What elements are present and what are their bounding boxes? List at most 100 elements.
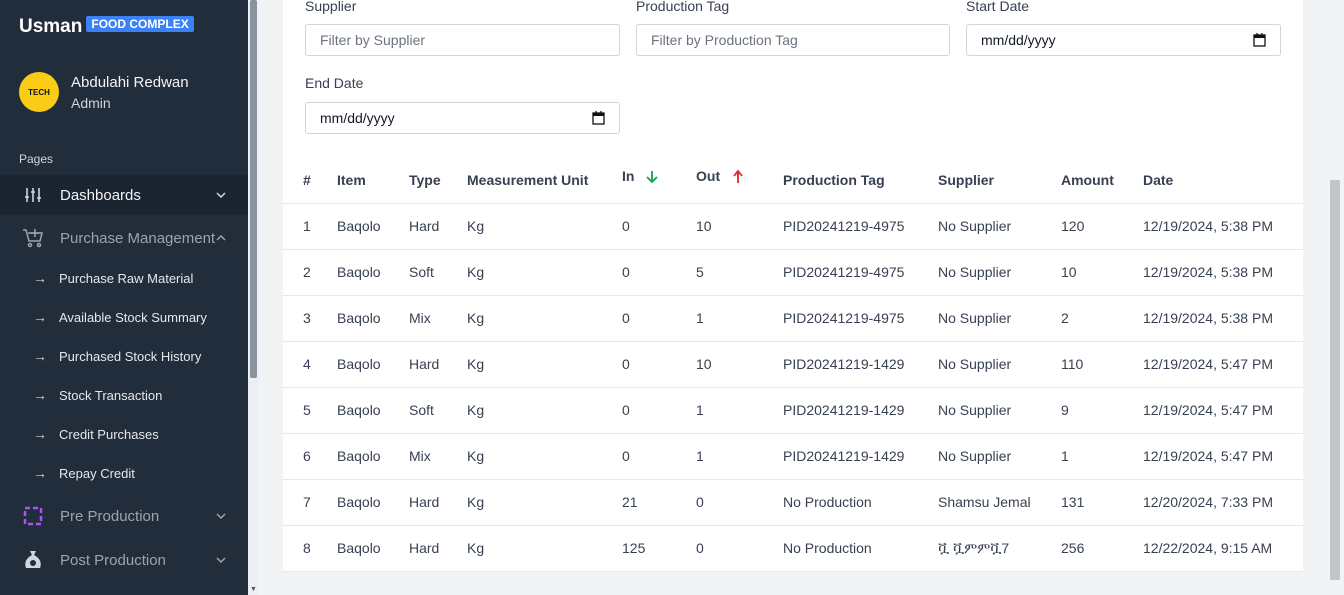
sidebar-item-post-production[interactable]: Post Production xyxy=(0,540,248,580)
table-row[interactable]: 2 Baqolo Soft Kg 0 5 PID20241219-4975 No Suppli… xyxy=(283,249,1303,296)
money-bag-icon xyxy=(22,549,44,571)
production-tag-filter-input[interactable]: Filter by Production Tag xyxy=(636,24,950,56)
cell-index: 1 xyxy=(283,203,337,250)
cell-item: Baqolo xyxy=(337,203,409,250)
cell-in: 0 xyxy=(622,341,696,388)
cell-measurement-unit: Kg xyxy=(467,525,622,572)
cell-in: 0 xyxy=(622,433,696,480)
calendar-icon[interactable] xyxy=(592,111,605,128)
cell-in: 0 xyxy=(622,387,696,434)
col-header-out-label: Out xyxy=(696,167,721,184)
sidebar-subitem-available-stock-summary[interactable]: → Available Stock Summary xyxy=(0,302,248,332)
brand-name: Usman xyxy=(19,16,83,37)
sidebar-item-purchase-management[interactable]: Purchase Management xyxy=(0,218,248,258)
cell-item: Baqolo xyxy=(337,249,409,296)
cell-index: 7 xyxy=(283,479,337,526)
cell-production-tag: PID20241219-1429 xyxy=(783,341,938,388)
sidebar-item-label: Pre Production xyxy=(60,507,160,525)
col-header-supplier: Supplier xyxy=(938,157,1061,204)
sidebar-subitem-repay-credit[interactable]: → Repay Credit xyxy=(0,458,248,488)
production-tag-filter-label: Production Tag xyxy=(636,0,730,14)
sidebar-subitem-label: Stock Transaction xyxy=(59,387,163,403)
cell-out: 5 xyxy=(696,249,783,296)
sidebar-subitem-label: Purchase Raw Material xyxy=(59,270,194,286)
arrow-up-icon[interactable] xyxy=(728,169,744,188)
cell-production-tag: PID20241219-4975 xyxy=(783,295,938,342)
cell-date: 12/19/2024, 5:38 PM xyxy=(1143,249,1303,296)
cell-in: 21 xyxy=(622,479,696,526)
cell-item: Baqolo xyxy=(337,479,409,526)
cell-index: 3 xyxy=(283,295,337,342)
brand[interactable]: Usman FOOD COMPLEX xyxy=(19,16,194,38)
col-header-item: Item xyxy=(337,157,409,204)
col-header-type: Type xyxy=(409,157,467,204)
main-scrollbar-thumb[interactable] xyxy=(1330,180,1340,580)
sidebar-subitem-purchased-stock-history[interactable]: → Purchased Stock History xyxy=(0,341,248,371)
cell-supplier: No Supplier xyxy=(938,433,1061,480)
chevron-down-icon xyxy=(216,555,226,566)
arrow-right-icon: → xyxy=(33,465,47,481)
sidebar-subitem-stock-transaction[interactable]: → Stock Transaction xyxy=(0,380,248,410)
user-name: Abdulahi Redwan xyxy=(71,73,189,91)
table-row[interactable]: 8 Baqolo Hard Kg 125 0 No Production ቯ ቯምምቯ7 256… xyxy=(283,525,1303,572)
end-date-label: End Date xyxy=(305,75,364,91)
sliders-icon xyxy=(22,184,44,206)
cell-in: 0 xyxy=(622,295,696,342)
cell-amount: 10 xyxy=(1061,249,1143,296)
cell-measurement-unit: Kg xyxy=(467,433,622,480)
cell-supplier: No Supplier xyxy=(938,249,1061,296)
col-header-in[interactable]: In xyxy=(622,157,696,204)
table-row[interactable]: 6 Baqolo Mix Kg 0 1 PID20241219-1429 No Supplie… xyxy=(283,433,1303,480)
col-header-measurement-unit: Measurement Unit xyxy=(467,157,622,204)
calendar-icon[interactable] xyxy=(1253,33,1266,50)
cell-amount: 110 xyxy=(1061,341,1143,388)
cell-in: 0 xyxy=(622,249,696,296)
cell-amount: 120 xyxy=(1061,203,1143,250)
cell-type: Mix xyxy=(409,433,467,480)
start-date-value: mm/dd/yyyy xyxy=(981,32,1056,48)
start-date-label: Start Date xyxy=(966,0,1030,14)
cell-in: 125 xyxy=(622,525,696,572)
arrow-down-icon[interactable] xyxy=(642,170,658,188)
sidebar-item-pre-production[interactable]: Pre Production xyxy=(0,496,248,536)
cell-type: Hard xyxy=(409,203,467,250)
sidebar-item-dashboards[interactable]: Dashboards xyxy=(0,175,248,215)
stock-transaction-card: Supplier Filter by Supplier Production T… xyxy=(283,0,1303,572)
col-header-index: # xyxy=(283,157,337,204)
sidebar-subitem-credit-purchases[interactable]: → Credit Purchases xyxy=(0,419,248,449)
table-row[interactable]: 1 Baqolo Hard Kg 0 10 PID20241219-4975 No Suppl… xyxy=(283,203,1303,250)
start-date-input[interactable]: mm/dd/yyyy xyxy=(966,24,1281,56)
cell-amount: 2 xyxy=(1061,295,1143,342)
cell-date: 12/19/2024, 5:47 PM xyxy=(1143,341,1303,388)
user-profile[interactable]: TECH Abdulahi Redwan Admin xyxy=(19,72,189,112)
cell-amount: 131 xyxy=(1061,479,1143,526)
col-header-out[interactable]: Out xyxy=(696,157,783,204)
sidebar-item-label: Dashboards xyxy=(60,186,141,204)
supplier-filter-input[interactable]: Filter by Supplier xyxy=(305,24,620,56)
chevron-down-icon xyxy=(216,511,226,522)
sidebar-subitem-label: Credit Purchases xyxy=(59,426,159,442)
cell-measurement-unit: Kg xyxy=(467,387,622,434)
sidebar-scrollbar[interactable]: ▼ xyxy=(248,0,259,595)
sidebar-subitem-label: Purchased Stock History xyxy=(59,348,202,364)
col-header-in-label: In xyxy=(622,167,635,184)
table-row[interactable]: 4 Baqolo Hard Kg 0 10 PID20241219-1429 No Suppl… xyxy=(283,341,1303,388)
cell-measurement-unit: Kg xyxy=(467,295,622,342)
sidebar-subitem-purchase-raw-material[interactable]: → Purchase Raw Material xyxy=(0,263,248,293)
cell-type: Soft xyxy=(409,387,467,434)
cell-out: 1 xyxy=(696,295,783,342)
scroll-down-arrow-icon[interactable]: ▼ xyxy=(250,586,257,593)
table-row[interactable]: 3 Baqolo Mix Kg 0 1 PID20241219-4975 No Supplie… xyxy=(283,295,1303,342)
main-scrollbar[interactable] xyxy=(1326,0,1344,595)
end-date-value: mm/dd/yyyy xyxy=(320,110,395,126)
table-row[interactable]: 5 Baqolo Soft Kg 0 1 PID20241219-1429 No Suppli… xyxy=(283,387,1303,434)
avatar: TECH xyxy=(19,72,59,112)
arrow-right-icon: → xyxy=(33,309,47,325)
sidebar-scrollbar-thumb[interactable] xyxy=(250,0,257,378)
chevron-up-icon xyxy=(216,233,226,244)
table-row[interactable]: 7 Baqolo Hard Kg 21 0 No Production Shamsu Jema… xyxy=(283,479,1303,526)
cell-index: 6 xyxy=(283,433,337,480)
sidebar-item-label: Purchase Management xyxy=(60,229,216,247)
chevron-down-icon xyxy=(216,190,226,201)
end-date-input[interactable]: mm/dd/yyyy xyxy=(305,102,620,134)
